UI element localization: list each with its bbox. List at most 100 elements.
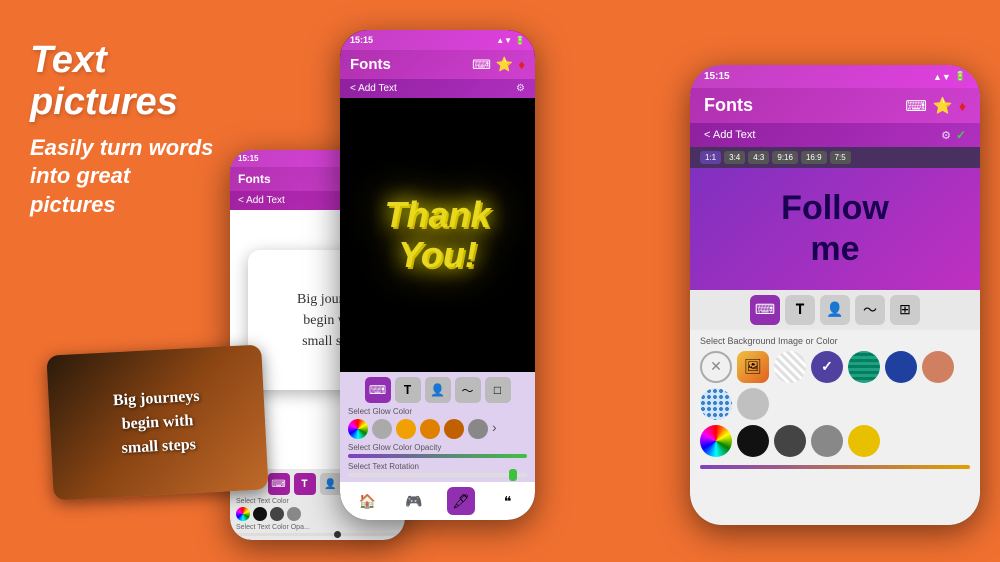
phone2-rotation-label: Select Text Rotation	[348, 462, 527, 471]
phone-2: 15:15 ▲▼ 🔋 Fonts ⌨ ⭐ ♦ < Add Text ⚙ Than…	[340, 30, 535, 520]
phone3-bg-dotblue[interactable]	[700, 388, 732, 420]
phone1-color-rainbow[interactable]	[236, 507, 250, 521]
phone3-back[interactable]: < Add Text	[704, 129, 755, 141]
phone2-tool-wave[interactable]: 〜	[455, 377, 481, 403]
phone1-color-gray[interactable]	[287, 507, 301, 521]
phone2-gear[interactable]: ⚙	[516, 83, 525, 94]
phone3-title-bar: Fonts ⌨ ⭐ ♦	[690, 88, 980, 123]
phone2-tool-person[interactable]: 👤	[425, 377, 451, 403]
phone3-bg-darkblue[interactable]	[885, 351, 917, 383]
phone3-bg-remove[interactable]: ✕	[700, 351, 732, 383]
phone3-bottom: Select Background Image or Color ✕ 🖼 ✓	[690, 330, 980, 525]
phone1-tool-t[interactable]: 𝐓	[294, 473, 316, 495]
phone2-star-icon[interactable]: ⭐	[496, 56, 513, 73]
phone2-opacity-label: Select Glow Color Opacity	[348, 443, 527, 452]
phone3-check[interactable]: ✓	[956, 128, 966, 142]
phone2-color-gold[interactable]	[396, 419, 416, 439]
phone3-bg-lightgray[interactable]	[737, 388, 769, 420]
phone2-nav-edit[interactable]: 🖋	[447, 487, 475, 515]
phone3-ratio-bar: 1:1 3:4 4:3 9:16 16:9 7:5	[690, 147, 980, 168]
phone2-back[interactable]: < Add Text	[350, 83, 397, 94]
phone3-bg-gold[interactable]	[848, 425, 880, 457]
phone3-status: 15:15	[704, 71, 730, 82]
phone3-bg-purple[interactable]: ✓	[811, 351, 843, 383]
phone2-glow-label: Select Glow Color	[348, 407, 527, 416]
phone2-tool-extra[interactable]: □	[485, 377, 511, 403]
phone2-nav: 🏠 🎮 🖋 ❝	[340, 482, 535, 520]
phone3-tool-wave[interactable]: 〜	[855, 295, 885, 325]
phone3-bg-darkgray[interactable]	[774, 425, 806, 457]
phone2-color-gray1[interactable]	[372, 419, 392, 439]
phone3-ratio-7-5[interactable]: 7:5	[830, 151, 851, 164]
phone2-bottom: ⌨ 𝐓 👤 〜 □ Select Glow Color › Select Glo…	[340, 372, 535, 482]
phone3-bg-stripe[interactable]	[774, 351, 806, 383]
phone1-tool-keyboard[interactable]: ⌨	[268, 473, 290, 495]
phone2-color-rainbow[interactable]	[348, 419, 368, 439]
phone2-nav-quote[interactable]: ❝	[494, 487, 522, 515]
phone2-title: Fonts	[350, 56, 391, 73]
phone2-sub-bar: < Add Text ⚙	[340, 79, 535, 98]
phone2-color-orange[interactable]	[420, 419, 440, 439]
phone3-toolbar: ⌨ 𝐓 👤 〜 ⊞	[690, 290, 980, 330]
phone3-bg-gray[interactable]	[811, 425, 843, 457]
phone2-canvas: ThankYou!	[340, 98, 535, 372]
phone2-tool-keyboard[interactable]: ⌨	[365, 377, 391, 403]
hero-subtitle: Easily turn wordsinto greatpictures	[30, 134, 250, 220]
phone1-opacity-label: Select Text Color Opa...	[236, 524, 399, 531]
phone3-ratio-3-4[interactable]: 3:4	[724, 151, 745, 164]
phone1-tool-person[interactable]: 👤	[320, 473, 342, 495]
phone2-gem-icon[interactable]: ♦	[518, 57, 525, 72]
phone2-color-row: ›	[348, 419, 527, 439]
phone1-title: Fonts	[238, 172, 271, 186]
phone1-color-black[interactable]	[253, 507, 267, 521]
phone3-bg-skin[interactable]	[922, 351, 954, 383]
phone3-bg-rainbow[interactable]	[700, 425, 732, 457]
phone1-opacity-slider[interactable]	[236, 533, 399, 536]
phone2-status: 15:15	[350, 35, 373, 45]
phone3-gear[interactable]: ⚙	[941, 129, 951, 142]
phone3-title: Fonts	[704, 95, 753, 116]
phone3-gem-icon[interactable]: ♦	[959, 98, 966, 114]
phone3-ratio-4-3[interactable]: 4:3	[748, 151, 769, 164]
hero-section: Text pictures Easily turn wordsinto grea…	[30, 40, 250, 219]
phone3-star-icon[interactable]: ⭐	[933, 96, 953, 116]
phone2-nav-home[interactable]: 🏠	[353, 487, 381, 515]
phone1-status: 15:15	[238, 154, 258, 163]
phone3-bg-black[interactable]	[737, 425, 769, 457]
phone3-bg-label: Select Background Image or Color	[700, 336, 970, 346]
phone3-header: 15:15 ▲▼ 🔋	[690, 65, 980, 88]
phone3-ratio-1-1[interactable]: 1:1	[700, 151, 721, 164]
phone3-ratio-16-9[interactable]: 16:9	[801, 151, 827, 164]
phone2-toolbar: ⌨ 𝐓 👤 〜 □	[348, 377, 527, 403]
phone-3: 15:15 ▲▼ 🔋 Fonts ⌨ ⭐ ♦ < Add Text ⚙ ✓ 1:…	[690, 65, 980, 525]
phone2-nav-game[interactable]: 🎮	[400, 487, 428, 515]
phone2-rotation-slider[interactable]	[348, 473, 527, 477]
phone3-tool-person[interactable]: 👤	[820, 295, 850, 325]
phone3-tool-grid[interactable]: ⊞	[890, 295, 920, 325]
card-dark-text: Big journeysbegin withsmall steps	[112, 384, 202, 460]
phone1-color-dgray[interactable]	[270, 507, 284, 521]
phone3-sub-bar: < Add Text ⚙ ✓	[690, 123, 980, 147]
phone2-title-bar: Fonts ⌨ ⭐ ♦	[340, 50, 535, 79]
phone3-slider[interactable]	[700, 465, 970, 469]
phone2-header: 15:15 ▲▼ 🔋	[340, 30, 535, 50]
phone2-color-gray2[interactable]	[468, 419, 488, 439]
phone2-color-brown[interactable]	[444, 419, 464, 439]
phone3-bg-teal[interactable]	[848, 351, 880, 383]
phone3-tool-keyboard[interactable]: ⌨	[750, 295, 780, 325]
phone1-back[interactable]: < Add Text	[238, 195, 285, 206]
phone3-canvas: Followme	[690, 168, 980, 290]
phone3-bg-options: ✕ 🖼 ✓	[700, 351, 970, 420]
card-dark: Big journeysbegin withsmall steps	[46, 344, 268, 500]
hero-title: Text pictures	[30, 40, 250, 124]
phone3-bg-image[interactable]: 🖼	[737, 351, 769, 383]
phone3-keyboard-icon[interactable]: ⌨	[905, 97, 927, 115]
phone2-tool-t[interactable]: 𝐓	[395, 377, 421, 403]
phone3-bg-colors-2	[700, 425, 970, 457]
phone2-opacity-slider[interactable]	[348, 454, 527, 458]
phone3-tool-t[interactable]: 𝐓	[785, 295, 815, 325]
phone3-ratio-9-16[interactable]: 9:16	[772, 151, 798, 164]
phone2-keyboard-icon[interactable]: ⌨	[472, 57, 491, 73]
phone2-color-more[interactable]: ›	[492, 419, 497, 439]
phone2-thankyou: ThankYou!	[384, 195, 490, 274]
